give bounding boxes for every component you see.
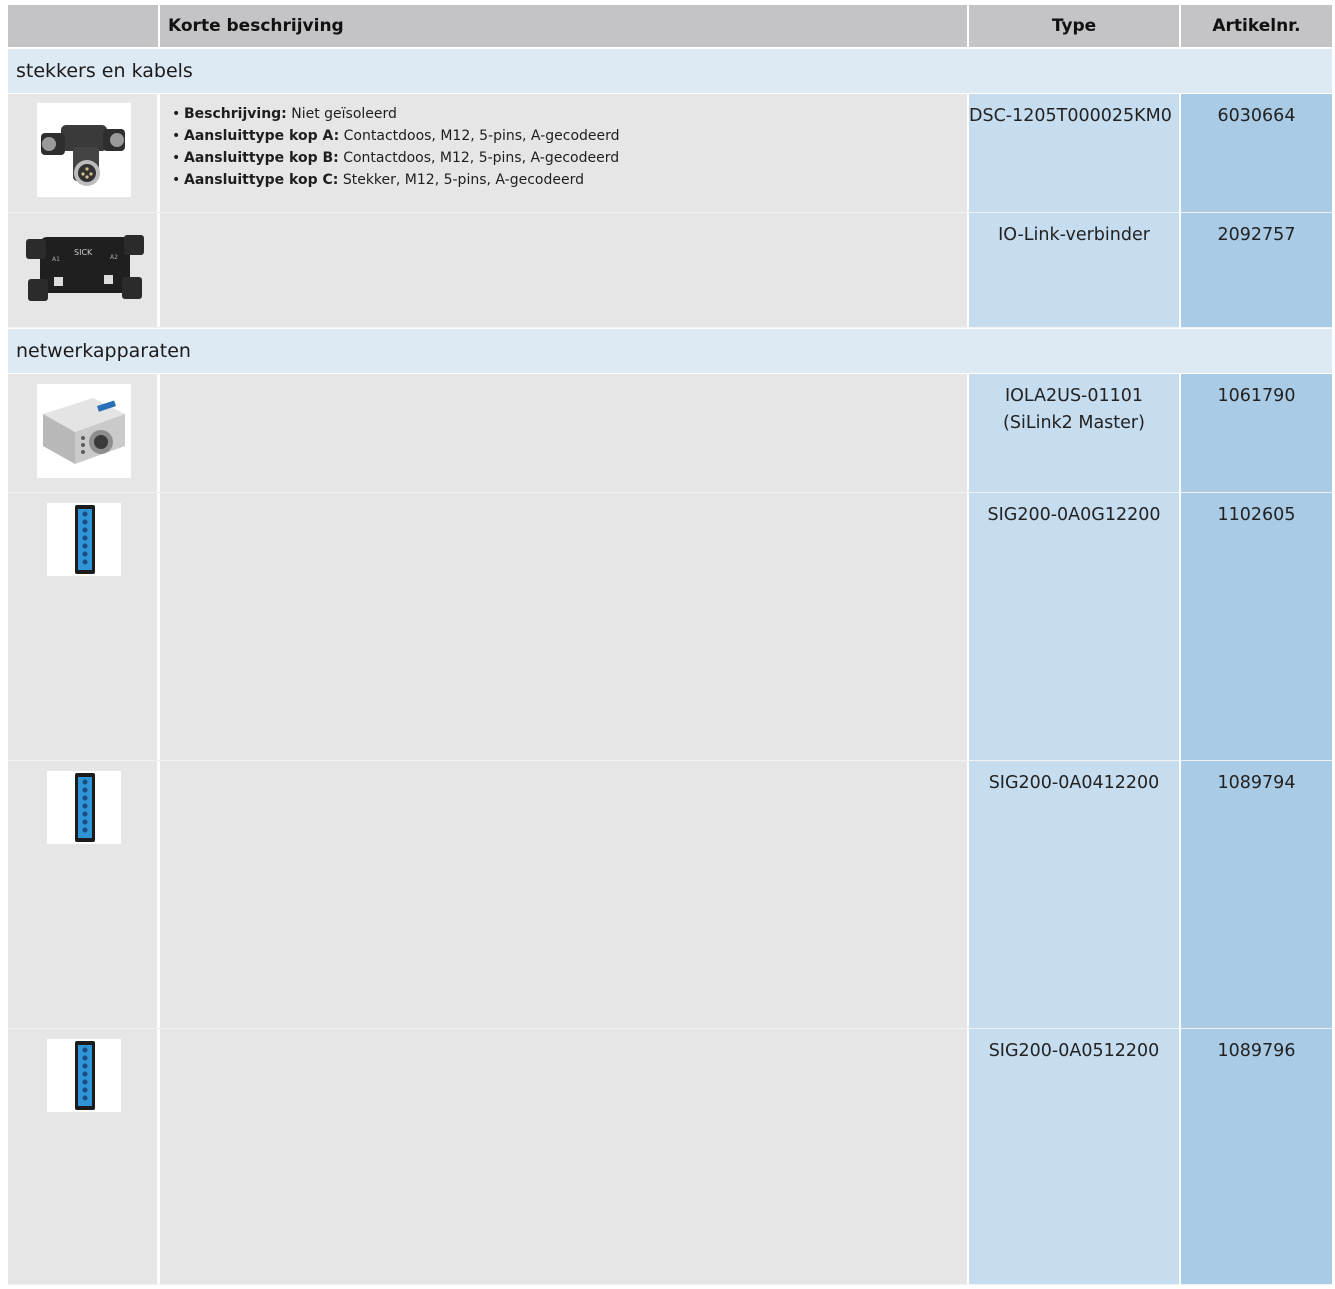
description-item: Aansluittype kop C: Stekker, M12, 5-pins… <box>172 169 967 191</box>
article-number-cell: 1089796 <box>1181 1029 1332 1284</box>
section-title: netwerkapparaten <box>8 328 1332 374</box>
product-image-cell <box>8 374 160 492</box>
description-cell <box>160 213 969 327</box>
description-item: Beschrijving: Niet geïsoleerd <box>172 103 967 125</box>
description-cell <box>160 493 969 760</box>
article-number-cell: 1102605 <box>1181 493 1332 760</box>
type-cell: IOLA2US-01101 (SiLink2 Master) <box>969 374 1181 492</box>
t-connector-m12-icon <box>37 103 131 197</box>
io-link-connector-icon: SICK A1 A2 <box>22 221 146 321</box>
header-description: Korte beschrijving <box>160 5 969 47</box>
product-image-cell <box>8 1029 160 1284</box>
description-cell <box>160 374 969 492</box>
description-list: Beschrijving: Niet geïsoleerd Aansluitty… <box>172 103 967 191</box>
product-image-cell <box>8 94 160 212</box>
header-image-cell <box>8 5 160 47</box>
table-row: SIG200-0A0412200 1089794 <box>8 761 1332 1029</box>
description-cell: Beschrijving: Niet geïsoleerd Aansluitty… <box>160 94 969 212</box>
type-value: IOLA2US-01101 <box>1004 386 1144 406</box>
product-image-cell <box>8 493 160 760</box>
svg-text:SICK: SICK <box>74 248 93 257</box>
silink2-master-icon <box>37 384 131 478</box>
svg-text:A1: A1 <box>52 256 60 263</box>
product-table: Korte beschrijving Type Artikelnr. stekk… <box>8 5 1332 1285</box>
table-row: SIG200-0A0512200 1089796 <box>8 1029 1332 1285</box>
table-row: IOLA2US-01101 (SiLink2 Master) 1061790 <box>8 374 1332 493</box>
section-title: stekkers en kabels <box>8 48 1332 94</box>
description-cell <box>160 1029 969 1284</box>
article-number-cell: 6030664 <box>1181 94 1332 212</box>
table-row: Beschrijving: Niet geïsoleerd Aansluitty… <box>8 94 1332 213</box>
type-cell: SIG200-0A0G12200 <box>969 493 1181 760</box>
table-row: SIG200-0A0G12200 1102605 <box>8 493 1332 761</box>
description-item: Aansluittype kop B: Contactdoos, M12, 5-… <box>172 147 967 169</box>
type-cell: IO-Link-verbinder <box>969 213 1181 327</box>
article-number-cell: 1089794 <box>1181 761 1332 1028</box>
description-cell <box>160 761 969 1028</box>
type-cell: SIG200-0A0412200 <box>969 761 1181 1028</box>
description-item: Aansluittype kop A: Contactdoos, M12, 5-… <box>172 125 967 147</box>
type-value: DSC-1205T000025KM0 <box>969 106 1172 126</box>
type-value-line2: (SiLink2 Master) <box>1003 413 1145 433</box>
article-number-cell: 1061790 <box>1181 374 1332 492</box>
type-cell: DSC-1205T000025KM0 <box>969 94 1181 212</box>
header-type: Type <box>969 5 1181 47</box>
type-cell: SIG200-0A0512200 <box>969 1029 1181 1284</box>
svg-text:A2: A2 <box>110 254 118 261</box>
product-image-cell <box>8 761 160 1028</box>
article-number-cell: 2092757 <box>1181 213 1332 327</box>
sig200-module-icon <box>47 1039 121 1112</box>
table-row: SICK A1 A2 IO-Link-verbinder 2092757 <box>8 213 1332 328</box>
table-header: Korte beschrijving Type Artikelnr. <box>8 5 1332 48</box>
sig200-module-icon <box>47 771 121 844</box>
sig200-module-icon <box>47 503 121 576</box>
product-image-cell: SICK A1 A2 <box>8 213 160 327</box>
header-article-number: Artikelnr. <box>1212 16 1301 36</box>
